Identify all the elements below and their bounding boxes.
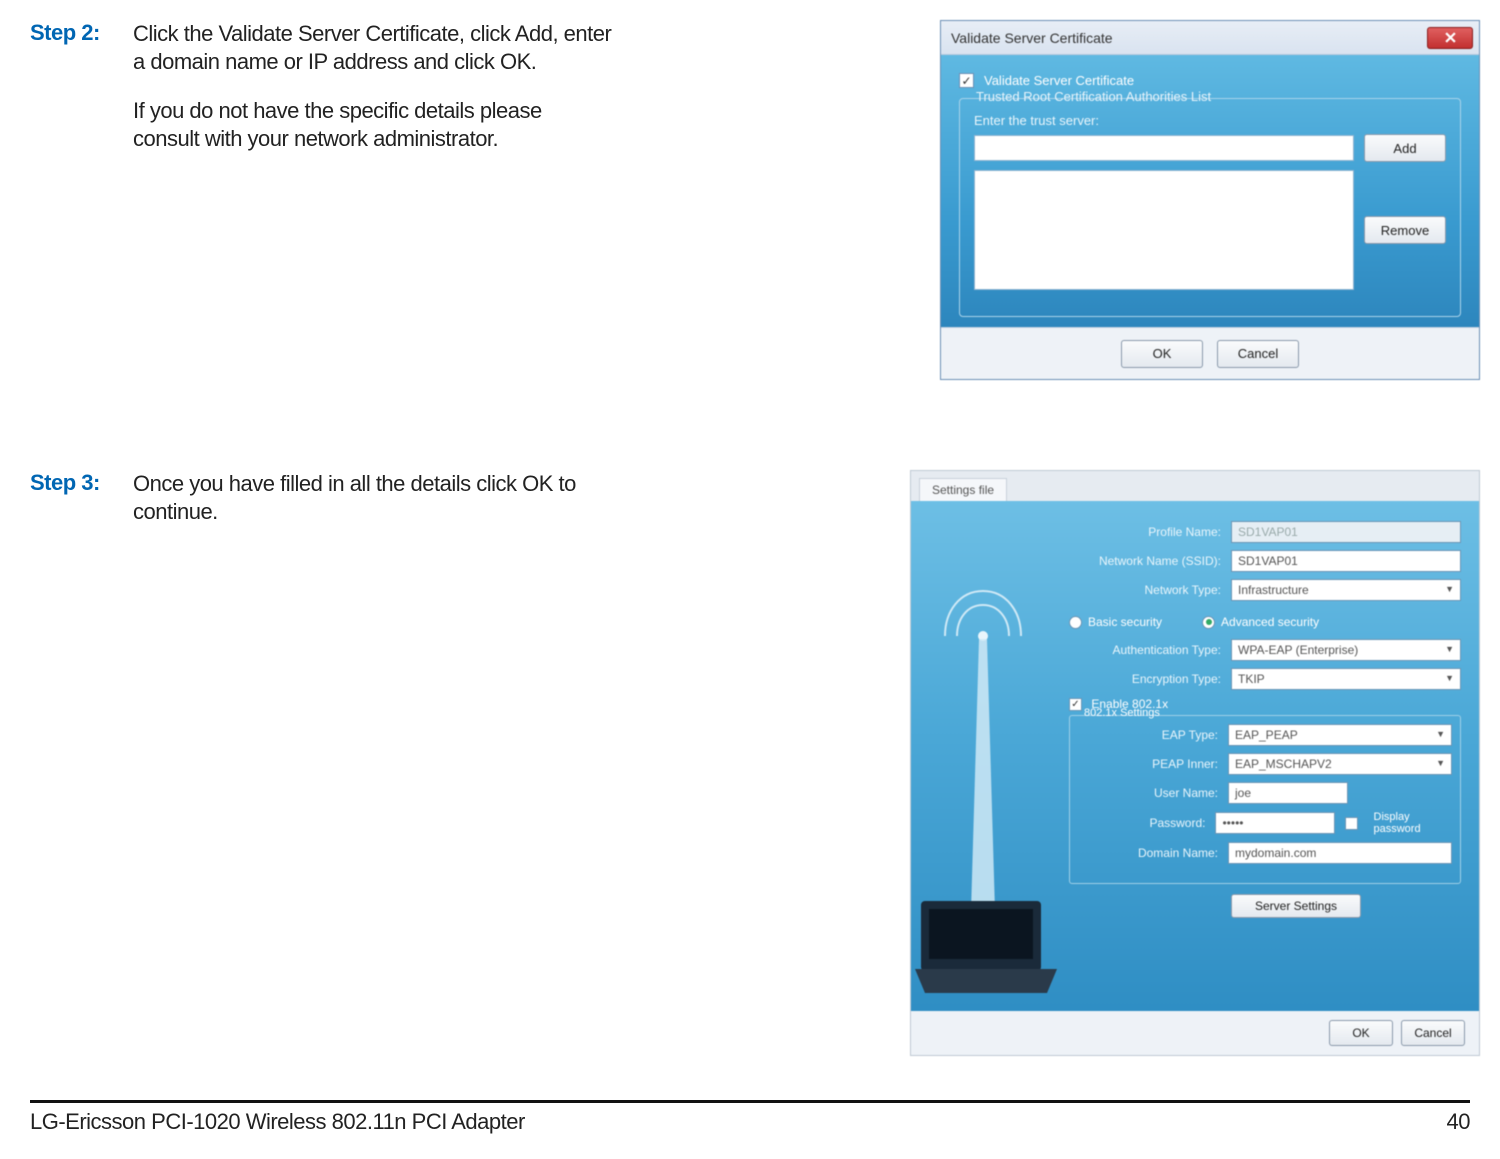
step3-p1: Once you have filled in all the details … bbox=[133, 470, 613, 525]
advanced-security-label: Advanced security bbox=[1221, 615, 1319, 629]
password-input[interactable]: ••••• bbox=[1215, 812, 1335, 834]
trust-server-list[interactable] bbox=[974, 170, 1354, 290]
label-ssid: Network Name (SSID): bbox=[1069, 554, 1221, 568]
step2-text: Click the Validate Server Certificate, c… bbox=[133, 20, 613, 174]
8021x-settings-group: 802.1x Settings EAP Type: EAP_PEAP PEAP … bbox=[1069, 715, 1461, 884]
label-network-type: Network Type: bbox=[1069, 583, 1221, 597]
domain-input[interactable]: mydomain.com bbox=[1228, 842, 1452, 864]
step2-p2: If you do not have the specific details … bbox=[133, 97, 613, 152]
antenna-illustration bbox=[911, 581, 1061, 1011]
step3-label: Step 3: bbox=[30, 470, 115, 496]
enc-type-select[interactable]: TKIP bbox=[1231, 668, 1461, 690]
radio-icon bbox=[1069, 616, 1082, 629]
footer-page-number: 40 bbox=[1447, 1109, 1470, 1135]
validate-cert-dialog: Validate Server Certificate ✓ Validate S… bbox=[940, 20, 1480, 380]
validate-cert-checkbox-label: Validate Server Certificate bbox=[984, 73, 1134, 88]
server-settings-button[interactable]: Server Settings bbox=[1231, 894, 1361, 918]
advanced-security-radio[interactable]: Advanced security bbox=[1202, 615, 1319, 629]
radio-icon bbox=[1202, 616, 1215, 629]
close-icon bbox=[1445, 32, 1456, 43]
footer-product: LG-Ericsson PCI-1020 Wireless 802.11n PC… bbox=[30, 1109, 525, 1135]
label-enc-type: Encryption Type: bbox=[1069, 672, 1221, 686]
username-input[interactable]: joe bbox=[1228, 782, 1348, 804]
cancel-button[interactable]: Cancel bbox=[1217, 340, 1299, 368]
settings-dialog: Settings file Profi bbox=[910, 470, 1480, 1056]
step2-label: Step 2: bbox=[30, 20, 115, 46]
display-password-label: Display password bbox=[1374, 811, 1453, 835]
label-password: Password: bbox=[1078, 816, 1205, 830]
basic-security-radio[interactable]: Basic security bbox=[1069, 615, 1162, 629]
trusted-root-group: Trusted Root Certification Authorities L… bbox=[959, 98, 1461, 317]
label-domain: Domain Name: bbox=[1078, 846, 1218, 860]
label-eap-type: EAP Type: bbox=[1078, 728, 1218, 742]
network-type-select[interactable]: Infrastructure bbox=[1231, 579, 1461, 601]
validate-cert-checkbox[interactable]: ✓ bbox=[959, 73, 974, 88]
add-button[interactable]: Add bbox=[1364, 134, 1446, 162]
label-auth-type: Authentication Type: bbox=[1069, 643, 1221, 657]
profile-name-input: SD1VAP01 bbox=[1231, 521, 1461, 543]
settings-ok-button[interactable]: OK bbox=[1329, 1020, 1393, 1046]
label-username: User Name: bbox=[1078, 786, 1218, 800]
basic-security-label: Basic security bbox=[1088, 615, 1162, 629]
enter-trust-label: Enter the trust server: bbox=[974, 113, 1446, 128]
tab-settings-file[interactable]: Settings file bbox=[919, 478, 1007, 501]
remove-button[interactable]: Remove bbox=[1364, 216, 1446, 244]
close-button[interactable] bbox=[1427, 27, 1473, 49]
auth-type-select[interactable]: WPA-EAP (Enterprise) bbox=[1231, 639, 1461, 661]
ssid-input[interactable]: SD1VAP01 bbox=[1231, 550, 1461, 572]
dialog-title: Validate Server Certificate bbox=[951, 30, 1427, 46]
peap-inner-select[interactable]: EAP_MSCHAPV2 bbox=[1228, 753, 1452, 775]
eap-type-select[interactable]: EAP_PEAP bbox=[1228, 724, 1452, 746]
step3-text: Once you have filled in all the details … bbox=[133, 470, 613, 547]
label-peap-inner: PEAP Inner: bbox=[1078, 757, 1218, 771]
trust-server-input[interactable] bbox=[974, 135, 1354, 161]
8021x-section-title: 802.1x Settings bbox=[1080, 707, 1164, 719]
ok-button[interactable]: OK bbox=[1121, 340, 1203, 368]
display-password-checkbox[interactable] bbox=[1345, 817, 1357, 830]
step2-p1: Click the Validate Server Certificate, c… bbox=[133, 20, 613, 75]
settings-cancel-button[interactable]: Cancel bbox=[1401, 1020, 1465, 1046]
label-profile-name: Profile Name: bbox=[1069, 525, 1221, 539]
dialog-titlebar[interactable]: Validate Server Certificate bbox=[941, 21, 1479, 55]
group-title: Trusted Root Certification Authorities L… bbox=[970, 89, 1217, 104]
